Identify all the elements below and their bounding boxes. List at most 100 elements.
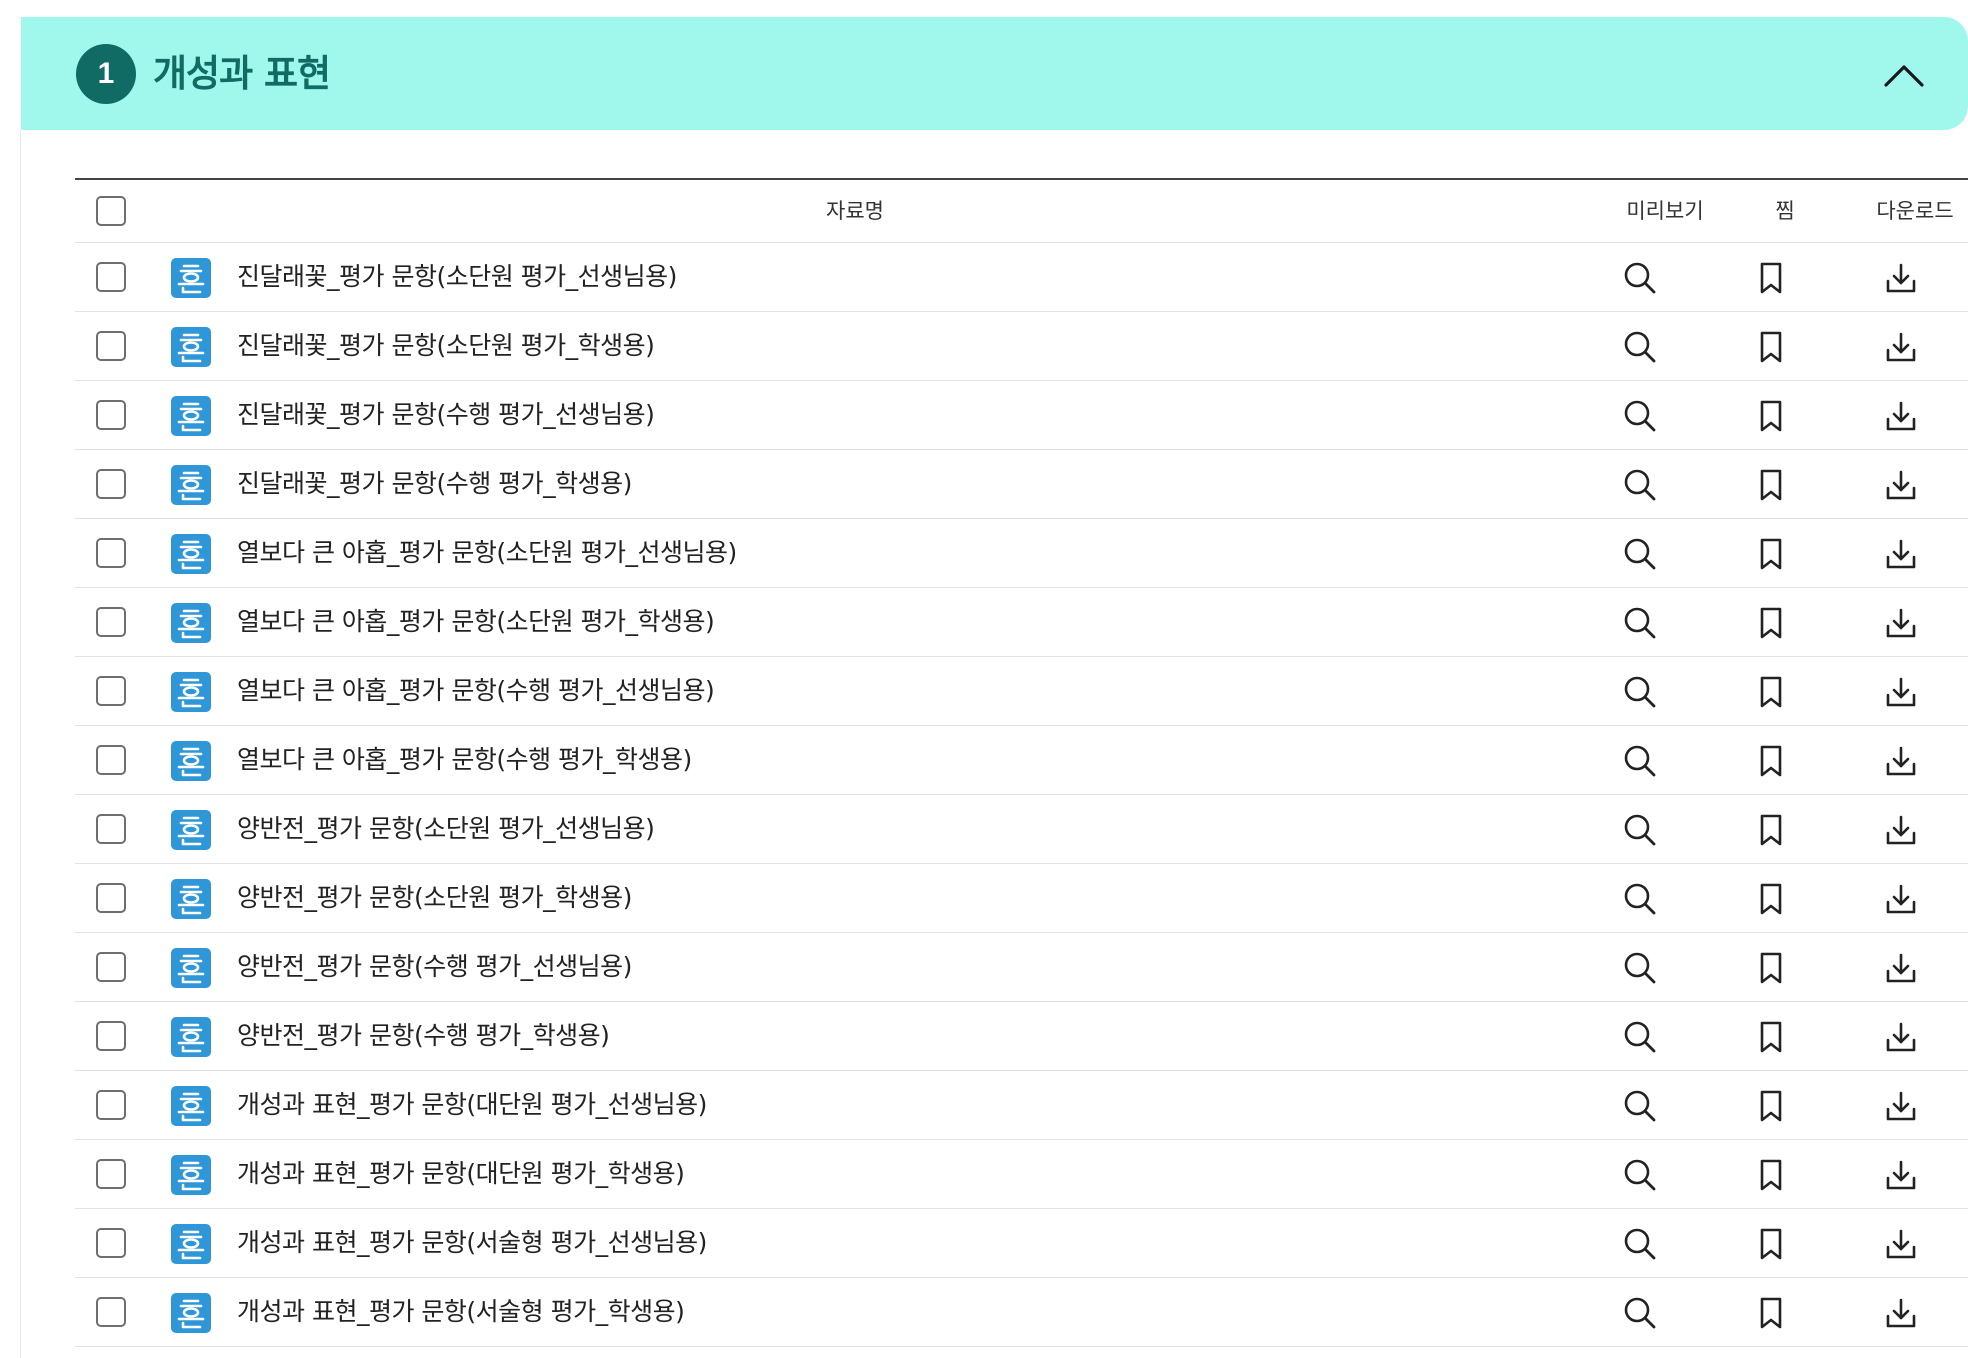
row-checkbox[interactable] [96, 607, 126, 637]
row-checkbox[interactable] [96, 1021, 126, 1051]
bookmark-icon[interactable] [1751, 328, 1791, 366]
bookmark-icon[interactable] [1751, 673, 1791, 711]
download-icon[interactable] [1881, 811, 1921, 849]
download-icon[interactable] [1881, 742, 1921, 780]
row-checkbox[interactable] [96, 745, 126, 775]
search-icon[interactable] [1620, 535, 1660, 573]
bookmark-icon[interactable] [1751, 1087, 1791, 1125]
download-icon[interactable] [1881, 1087, 1921, 1125]
file-name[interactable]: 개성과 표현_평가 문항(서술형 평가_학생용) [237, 1278, 685, 1345]
search-icon[interactable] [1620, 1156, 1660, 1194]
table-body: 진달래꽃_평가 문항(소단원 평가_선생님용) 진달래꽃_평가 문항(소단원 평… [75, 243, 1968, 1347]
file-name[interactable]: 개성과 표현_평가 문항(서술형 평가_선생님용) [237, 1209, 707, 1276]
file-name[interactable]: 개성과 표현_평가 문항(대단원 평가_학생용) [237, 1140, 685, 1207]
row-checkbox[interactable] [96, 1090, 126, 1120]
download-icon[interactable] [1881, 880, 1921, 918]
search-icon[interactable] [1620, 673, 1660, 711]
search-icon[interactable] [1620, 811, 1660, 849]
row-checkbox[interactable] [96, 400, 126, 430]
file-name[interactable]: 양반전_평가 문항(소단원 평가_학생용) [237, 864, 632, 931]
download-icon[interactable] [1881, 328, 1921, 366]
download-icon[interactable] [1881, 604, 1921, 642]
resource-page: 1 개성과 표현 자료명 미리보기 찜 다운로드 진달래꽃_평가 문항(소단원 … [0, 0, 1968, 1358]
hwp-file-icon [171, 1293, 211, 1333]
hwp-file-icon [171, 1086, 211, 1126]
table-row: 양반전_평가 문항(소단원 평가_학생용) [75, 864, 1968, 933]
file-name[interactable]: 진달래꽃_평가 문항(수행 평가_학생용) [237, 450, 632, 517]
search-icon[interactable] [1620, 328, 1660, 366]
download-icon[interactable] [1881, 1225, 1921, 1263]
file-name[interactable]: 진달래꽃_평가 문항(소단원 평가_선생님용) [237, 243, 677, 310]
row-checkbox[interactable] [96, 1159, 126, 1189]
hwp-file-icon [171, 741, 211, 781]
table-header: 자료명 미리보기 찜 다운로드 [75, 178, 1968, 243]
row-checkbox[interactable] [96, 1228, 126, 1258]
row-checkbox[interactable] [96, 883, 126, 913]
search-icon[interactable] [1620, 742, 1660, 780]
section-title: 개성과 표현 [153, 52, 331, 95]
table-row: 진달래꽃_평가 문항(소단원 평가_학생용) [75, 312, 1968, 381]
bookmark-icon[interactable] [1751, 1294, 1791, 1332]
download-icon[interactable] [1881, 1294, 1921, 1332]
hwp-file-icon [171, 672, 211, 712]
row-checkbox[interactable] [96, 331, 126, 361]
row-checkbox[interactable] [96, 1297, 126, 1327]
bookmark-icon[interactable] [1751, 811, 1791, 849]
select-all-checkbox[interactable] [96, 196, 126, 226]
search-icon[interactable] [1620, 259, 1660, 297]
download-icon[interactable] [1881, 949, 1921, 987]
row-checkbox[interactable] [96, 676, 126, 706]
file-name[interactable]: 진달래꽃_평가 문항(수행 평가_선생님용) [237, 381, 655, 448]
bookmark-icon[interactable] [1751, 742, 1791, 780]
download-icon[interactable] [1881, 1156, 1921, 1194]
bookmark-icon[interactable] [1751, 1018, 1791, 1056]
table-row: 열보다 큰 아홉_평가 문항(소단원 평가_선생님용) [75, 519, 1968, 588]
search-icon[interactable] [1620, 949, 1660, 987]
search-icon[interactable] [1620, 1087, 1660, 1125]
search-icon[interactable] [1620, 604, 1660, 642]
row-checkbox[interactable] [96, 952, 126, 982]
resource-table: 자료명 미리보기 찜 다운로드 진달래꽃_평가 문항(소단원 평가_선생님용) [75, 178, 1968, 1347]
search-icon[interactable] [1620, 880, 1660, 918]
file-name[interactable]: 개성과 표현_평가 문항(대단원 평가_선생님용) [237, 1071, 707, 1138]
file-name[interactable]: 열보다 큰 아홉_평가 문항(소단원 평가_학생용) [237, 588, 715, 655]
table-row: 진달래꽃_평가 문항(수행 평가_선생님용) [75, 381, 1968, 450]
file-name[interactable]: 양반전_평가 문항(수행 평가_학생용) [237, 1002, 610, 1069]
bookmark-icon[interactable] [1751, 535, 1791, 573]
hwp-file-icon [171, 1155, 211, 1195]
download-icon[interactable] [1881, 673, 1921, 711]
table-row: 개성과 표현_평가 문항(대단원 평가_학생용) [75, 1140, 1968, 1209]
search-icon[interactable] [1620, 397, 1660, 435]
download-icon[interactable] [1881, 466, 1921, 504]
file-name[interactable]: 열보다 큰 아홉_평가 문항(수행 평가_학생용) [237, 726, 692, 793]
bookmark-icon[interactable] [1751, 466, 1791, 504]
bookmark-icon[interactable] [1751, 1156, 1791, 1194]
bookmark-icon[interactable] [1751, 397, 1791, 435]
search-icon[interactable] [1620, 466, 1660, 504]
search-icon[interactable] [1620, 1225, 1660, 1263]
bookmark-icon[interactable] [1751, 880, 1791, 918]
file-name[interactable]: 열보다 큰 아홉_평가 문항(소단원 평가_선생님용) [237, 519, 737, 586]
file-name[interactable]: 열보다 큰 아홉_평가 문항(수행 평가_선생님용) [237, 657, 715, 724]
hwp-file-icon [171, 879, 211, 919]
download-icon[interactable] [1881, 1018, 1921, 1056]
bookmark-icon[interactable] [1751, 604, 1791, 642]
bookmark-icon[interactable] [1751, 949, 1791, 987]
file-name[interactable]: 진달래꽃_평가 문항(소단원 평가_학생용) [237, 312, 655, 379]
hwp-file-icon [171, 603, 211, 643]
download-icon[interactable] [1881, 397, 1921, 435]
file-name[interactable]: 양반전_평가 문항(소단원 평가_선생님용) [237, 795, 655, 862]
row-checkbox[interactable] [96, 262, 126, 292]
file-name[interactable]: 양반전_평가 문항(수행 평가_선생님용) [237, 933, 632, 1000]
row-checkbox[interactable] [96, 814, 126, 844]
download-icon[interactable] [1881, 535, 1921, 573]
chevron-up-icon[interactable] [1880, 57, 1928, 91]
bookmark-icon[interactable] [1751, 259, 1791, 297]
search-icon[interactable] [1620, 1294, 1660, 1332]
row-checkbox[interactable] [96, 469, 126, 499]
download-icon[interactable] [1881, 259, 1921, 297]
section-header[interactable]: 1 개성과 표현 [21, 17, 1968, 130]
bookmark-icon[interactable] [1751, 1225, 1791, 1263]
search-icon[interactable] [1620, 1018, 1660, 1056]
row-checkbox[interactable] [96, 538, 126, 568]
